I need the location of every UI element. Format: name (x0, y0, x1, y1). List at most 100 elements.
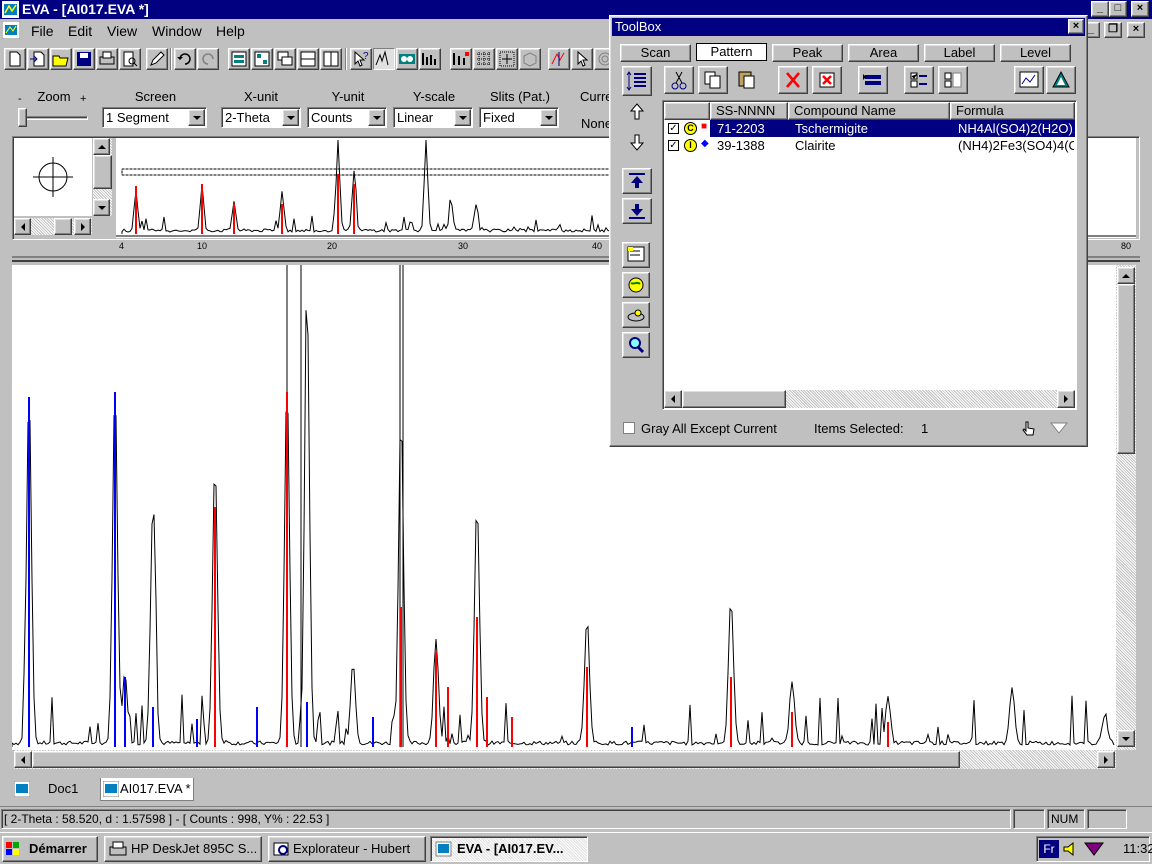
menu-file[interactable]: File (31, 23, 54, 39)
tab-level[interactable]: Level (1000, 44, 1071, 62)
arrow-select-icon[interactable] (571, 48, 593, 70)
document-icon[interactable] (2, 21, 20, 39)
paste-icon[interactable] (732, 66, 762, 94)
move-top-icon[interactable] (622, 168, 652, 194)
undo-icon[interactable] (174, 48, 196, 70)
chevron-down-icon[interactable] (540, 109, 557, 126)
chevron-down-icon[interactable] (454, 109, 471, 126)
task-printer[interactable]: HP DeskJet 895C S... (104, 836, 262, 862)
delete-all-icon[interactable] (812, 66, 842, 94)
check-all-icon[interactable] (904, 66, 934, 94)
search-match-icon[interactable] (396, 48, 418, 70)
tab-pattern[interactable]: Pattern (696, 43, 767, 61)
open-folder-icon[interactable] (50, 48, 72, 70)
tab-scan[interactable]: Scan (620, 44, 691, 62)
scroll-down-button[interactable] (93, 199, 110, 216)
start-button[interactable]: Démarrer (2, 836, 98, 862)
tile-view-icon[interactable] (251, 48, 273, 70)
tab-area[interactable]: Area (848, 44, 919, 62)
scroll-thumb[interactable] (32, 751, 960, 768)
print-preview-icon[interactable] (119, 48, 141, 70)
main-hscroll[interactable] (14, 750, 1116, 769)
toggle-list-icon[interactable] (858, 66, 888, 94)
split-vertical-icon[interactable] (320, 48, 342, 70)
zoom-slider-track[interactable] (18, 116, 88, 120)
chevron-down-icon[interactable] (188, 109, 205, 126)
toolbox-close-button[interactable]: × (1068, 19, 1084, 34)
scroll-right-button[interactable] (1057, 390, 1075, 408)
triangle-tool-icon[interactable] (1046, 66, 1076, 94)
task-eva[interactable]: EVA - [AI017.EV... (430, 836, 588, 862)
card-info-icon[interactable] (622, 242, 650, 268)
tab-peak[interactable]: Peak (772, 44, 843, 62)
marker-tool-icon[interactable] (548, 48, 570, 70)
scroll-up-button[interactable] (93, 138, 110, 155)
overview-trace[interactable] (121, 139, 615, 234)
col-header-formula[interactable]: Formula (950, 102, 1075, 120)
yunit-select[interactable]: Counts (307, 107, 387, 128)
move-bottom-icon[interactable] (622, 198, 652, 224)
list-item[interactable]: ✓ I ◆ 39-1388 Clairite (NH4)2Fe3(SO4)4(O (664, 137, 1075, 154)
split-horizontal-icon[interactable] (297, 48, 319, 70)
search-icon[interactable] (622, 332, 650, 358)
pointer-hand-icon[interactable] (1020, 420, 1036, 438)
disk-icon[interactable] (622, 302, 650, 328)
language-indicator[interactable]: Fr (1039, 840, 1059, 858)
crosshair-box[interactable] (14, 138, 92, 216)
col-header-compound-name[interactable]: Compound Name (788, 102, 950, 120)
scroll-thumb[interactable] (93, 155, 112, 189)
redo-icon[interactable] (197, 48, 219, 70)
yscale-select[interactable]: Linear (393, 107, 473, 128)
scroll-left-button[interactable] (14, 218, 31, 235)
collapse-arrow-icon[interactable] (1050, 422, 1068, 434)
col-header-blank[interactable] (664, 102, 710, 120)
maximize-button[interactable]: □ (1109, 1, 1127, 17)
overview-vscroll[interactable] (93, 138, 112, 216)
delete-icon[interactable] (778, 66, 808, 94)
peak-search-icon[interactable] (373, 48, 395, 70)
copy-icon[interactable] (698, 66, 728, 94)
scan-view-icon[interactable] (228, 48, 250, 70)
uncheck-all-icon[interactable] (938, 66, 968, 94)
gray-all-checkbox[interactable] (623, 422, 635, 434)
toolbox-titlebar[interactable]: ToolBox × (612, 18, 1085, 36)
tab-label[interactable]: Label (924, 44, 995, 62)
list-item[interactable]: ✓ C ■ 71-2203 Tschermigite NH4Al(SO4)2(H… (664, 120, 1075, 137)
context-help-icon[interactable]: ? (350, 48, 372, 70)
cut-icon[interactable] (664, 66, 694, 94)
zoom-slider-thumb[interactable] (18, 108, 27, 127)
close-button[interactable]: × (1131, 1, 1149, 17)
scroll-thumb[interactable] (1117, 284, 1135, 454)
list-view-icon[interactable] (622, 66, 652, 96)
chart-export-icon[interactable] (1014, 66, 1044, 94)
fit-icon[interactable] (450, 48, 472, 70)
minimize-button[interactable]: _ (1091, 1, 1109, 17)
print-icon[interactable] (96, 48, 118, 70)
scroll-down-button[interactable] (1117, 730, 1135, 747)
scroll-right-button[interactable] (74, 218, 91, 235)
doc-close-button[interactable]: × (1127, 22, 1145, 38)
list-hscroll[interactable] (664, 390, 1075, 408)
screen-select[interactable]: 1 Segment (102, 107, 207, 128)
grid-icon[interactable] (473, 48, 495, 70)
overview-hscroll[interactable] (14, 218, 92, 235)
cube-icon[interactable] (519, 48, 541, 70)
globe-icon[interactable] (622, 272, 650, 298)
doc-tab-doc1[interactable]: Doc1 (12, 778, 96, 799)
doc-restore-button[interactable]: ❐ (1104, 22, 1122, 38)
chevron-down-icon[interactable] (282, 109, 299, 126)
scroll-thumb[interactable] (54, 218, 72, 235)
task-explorer[interactable]: Explorateur - Hubert (268, 836, 426, 862)
main-vscroll[interactable] (1116, 265, 1136, 750)
new-file-icon[interactable] (4, 48, 26, 70)
eva-app-icon[interactable] (2, 1, 19, 18)
menu-edit[interactable]: Edit (68, 23, 92, 39)
cascade-view-icon[interactable] (274, 48, 296, 70)
menu-window[interactable]: Window (152, 23, 202, 39)
move-down-icon[interactable] (624, 128, 650, 154)
chevron-down-icon[interactable] (368, 109, 385, 126)
xunit-select[interactable]: 2-Theta (221, 107, 301, 128)
menu-help[interactable]: Help (216, 23, 245, 39)
tray-app-icon[interactable] (1083, 840, 1107, 858)
menu-view[interactable]: View (107, 23, 137, 39)
